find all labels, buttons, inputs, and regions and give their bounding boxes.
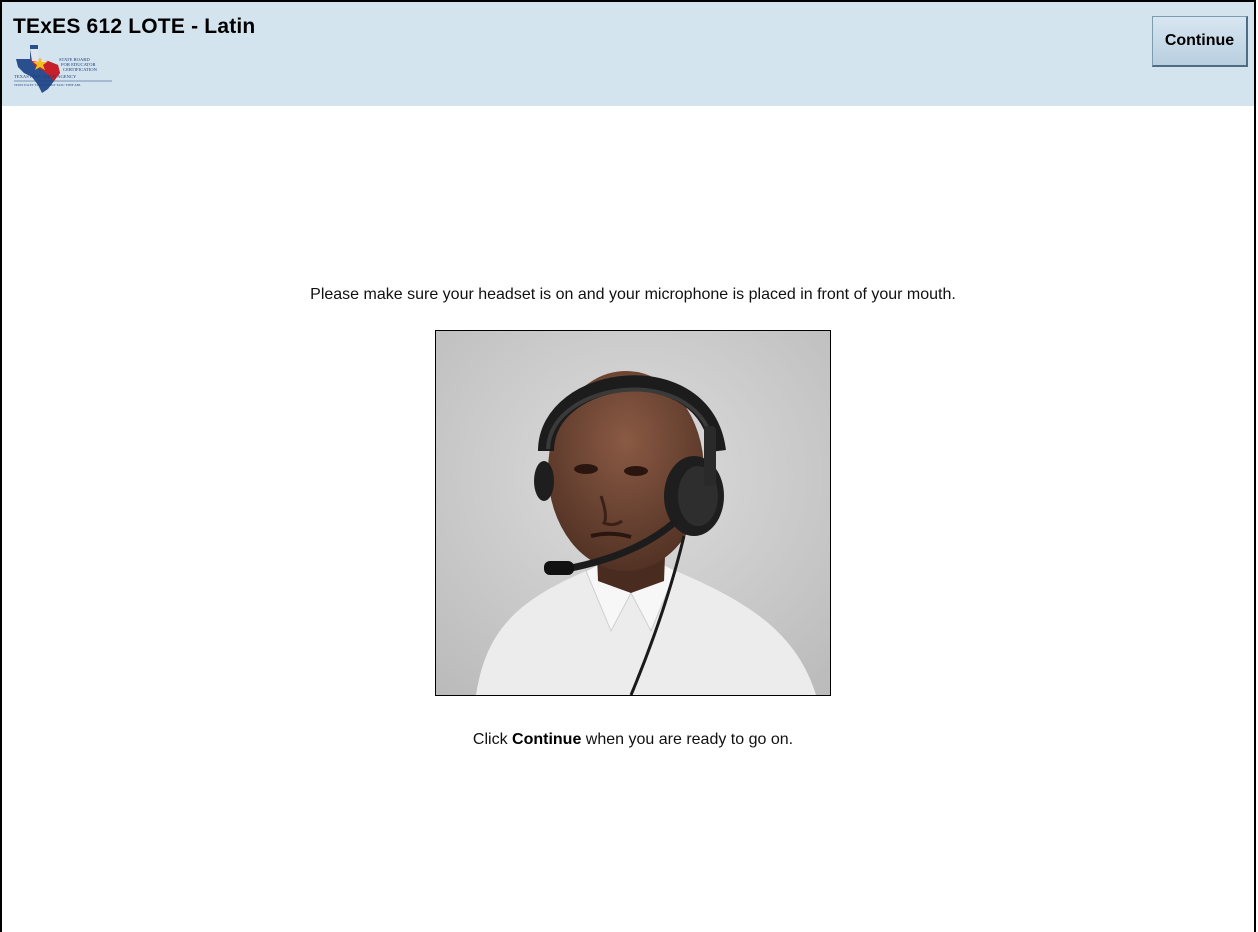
- svg-text:CERTIFICATION: CERTIFICATION: [63, 67, 98, 72]
- continue-prompt-suffix: when you are ready to go on.: [581, 731, 794, 748]
- continue-prompt-prefix: Click: [472, 731, 513, 748]
- headset-photo: [435, 330, 831, 696]
- instruction-text: Please make sure your headset is on and …: [310, 286, 956, 303]
- svg-text:TEXAS EDUCATION AGENCY: TEXAS EDUCATION AGENCY: [14, 74, 77, 79]
- page-title: TExES 612 LOTE - Latin: [13, 15, 256, 38]
- continue-prompt: Click Continue when you are ready to go …: [0, 731, 1258, 749]
- continue-prompt-bold: Continue: [512, 731, 582, 748]
- svg-text:TExES·ExCET·TOPT·TExMaT·TASC·T: TExES·ExCET·TOPT·TExMaT·TASC·TSHP·ABL: [14, 83, 81, 87]
- sbec-logo: STATE BOARD FOR EDUCATOR CERTIFICATION T…: [14, 45, 112, 93]
- headset-illustration: [436, 331, 830, 695]
- header-bar: TExES 612 LOTE - Latin STATE BOARD FOR E…: [2, 2, 1254, 106]
- continue-button[interactable]: Continue: [1152, 16, 1248, 67]
